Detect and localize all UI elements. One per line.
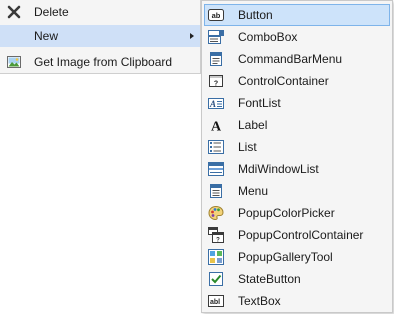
submenu-item-label: Label [238, 118, 268, 132]
submenu-item-button[interactable]: ab Button [204, 4, 390, 26]
submenu-item-statebutton[interactable]: StateButton [204, 268, 390, 290]
submenu-item-list[interactable]: List [204, 136, 390, 158]
context-menu: Delete New Get Image from Clipboard [0, 0, 201, 74]
combobox-icon [208, 29, 224, 45]
svg-text:?: ? [214, 81, 218, 88]
svg-text:A: A [209, 99, 216, 109]
svg-text:?: ? [216, 238, 220, 244]
svg-text:abl: abl [210, 299, 220, 306]
submenu-item-commandbarmenu[interactable]: CommandBarMenu [204, 48, 390, 70]
delete-x-icon [6, 4, 22, 20]
submenu-arrow-icon [190, 33, 194, 39]
submenu-item-label: TextBox [238, 294, 281, 308]
label-icon: A [208, 117, 224, 134]
gallery-icon [208, 249, 224, 265]
control-container-icon: ? [208, 73, 224, 89]
submenu-item-mdiwindowlist[interactable]: MdiWindowList [204, 158, 390, 180]
popup-control-container-icon: ? [208, 227, 224, 243]
submenu-item-controlcontainer[interactable]: ? ControlContainer [204, 70, 390, 92]
menu-item-get-image-from-clipboard[interactable]: Get Image from Clipboard [0, 51, 200, 73]
submenu-item-label: Menu [238, 184, 269, 198]
button-control-icon: ab [208, 7, 224, 23]
submenu-item-label[interactable]: A Label [204, 114, 390, 136]
submenu-item-popupcontrolcontainer[interactable]: ? PopupControlContainer [204, 224, 390, 246]
submenu-item-menu[interactable]: Menu [204, 180, 390, 202]
menu-item-label: Delete [34, 5, 69, 19]
submenu-item-fontlist[interactable]: A FontList [204, 92, 390, 114]
submenu-item-label: ComboBox [238, 30, 298, 44]
submenu-item-label: PopupColorPicker [238, 206, 335, 220]
menu-item-label: Get Image from Clipboard [34, 55, 173, 69]
submenu-item-label: FontList [238, 96, 281, 110]
list-icon [208, 139, 224, 155]
submenu-item-popupcolorpicker[interactable]: PopupColorPicker [204, 202, 390, 224]
menu-item-label: New [34, 29, 59, 43]
submenu-item-label: StateButton [238, 272, 301, 286]
submenu-item-label: List [238, 140, 257, 154]
svg-text:ab: ab [212, 11, 221, 20]
submenu-item-textbox[interactable]: abl TextBox [204, 290, 390, 312]
submenu-item-combobox[interactable]: ComboBox [204, 26, 390, 48]
submenu-item-label: PopupControlContainer [238, 228, 364, 242]
new-submenu: ab Button ComboBox CommandBarMenu ? Cont… [201, 0, 393, 313]
submenu-item-label: MdiWindowList [238, 162, 319, 176]
submenu-item-label: PopupGalleryTool [238, 250, 333, 264]
commandbar-menu-icon [208, 51, 224, 67]
textbox-icon: abl [208, 293, 224, 309]
mdi-window-list-icon [208, 161, 224, 177]
fontlist-icon: A [208, 95, 224, 111]
svg-text:A: A [211, 120, 222, 134]
submenu-item-popupgallerytool[interactable]: PopupGalleryTool [204, 246, 390, 268]
picture-icon [6, 54, 22, 70]
checkbox-icon [208, 271, 224, 287]
submenu-item-label: ControlContainer [238, 74, 329, 88]
color-palette-icon [208, 205, 224, 221]
menu-icon [208, 183, 224, 199]
submenu-item-label: CommandBarMenu [238, 52, 343, 66]
menu-item-new[interactable]: New [0, 25, 200, 47]
menu-item-delete[interactable]: Delete [0, 1, 200, 23]
submenu-item-label: Button [238, 8, 273, 22]
